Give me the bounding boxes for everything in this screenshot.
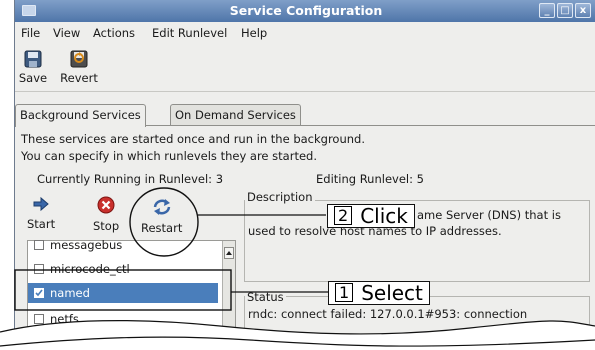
service-name: named [50, 286, 90, 300]
save-button[interactable]: Save [15, 50, 53, 85]
save-icon [24, 50, 42, 68]
restart-icon [153, 199, 170, 215]
description-label: Description [245, 190, 315, 204]
revert-button[interactable]: Revert [59, 50, 99, 85]
click-callout: 2 Click [327, 204, 415, 228]
select-callout-text: Select [361, 281, 423, 305]
select-callout: 1 Select [328, 281, 430, 305]
stop-label: Stop [93, 219, 120, 233]
service-checkbox[interactable] [34, 240, 44, 250]
service-name: messagebus [50, 238, 123, 252]
maximize-button[interactable]: □ [557, 3, 573, 18]
select-callout-number: 1 [335, 283, 354, 302]
menu-edit-runlevel[interactable]: Edit Runlevel [152, 26, 227, 40]
current-runlevel: Currently Running in Runlevel: 3 [37, 172, 224, 186]
service-list[interactable]: messagebus microcode_ctl named netfs [27, 238, 236, 350]
menu-actions[interactable]: Actions [93, 26, 135, 40]
menu-help[interactable]: Help [241, 26, 267, 40]
scroll-up-button[interactable] [224, 247, 234, 259]
service-name: microcode_ctl [50, 262, 130, 276]
service-name: netfs [50, 312, 79, 326]
list-item[interactable]: netfs [28, 309, 218, 329]
service-checkbox-checked[interactable] [34, 288, 44, 298]
checkmark-icon [35, 289, 43, 297]
menu-view[interactable]: View [53, 26, 80, 40]
window-title: Service Configuration [229, 3, 383, 18]
status-text: rndc: connect failed: 127.0.0.1#953: con… [248, 307, 528, 321]
tab-bar: Background Services On Demand Services [15, 104, 595, 127]
stop-button[interactable]: Stop [93, 196, 119, 233]
restart-button[interactable]: Restart [141, 198, 182, 235]
tab-background-services[interactable]: Background Services [15, 104, 146, 127]
revert-icon [70, 50, 88, 68]
info-line-1: These services are started once and run … [21, 132, 365, 146]
list-item-selected[interactable]: named [28, 283, 218, 303]
menu-bar: File View Actions Edit Runlevel Help [15, 22, 595, 44]
service-checkbox[interactable] [34, 264, 44, 274]
restart-label: Restart [141, 221, 183, 235]
start-label: Start [27, 217, 56, 231]
main-toolbar: Save Revert [15, 44, 595, 92]
click-callout-number: 2 [334, 206, 353, 225]
start-button[interactable]: Start [27, 196, 55, 231]
service-checkbox[interactable] [34, 314, 44, 324]
revert-label: Revert [60, 71, 98, 85]
info-line-2: You can specify in which runlevels they … [21, 149, 317, 163]
menu-file[interactable]: File [21, 26, 40, 40]
click-callout-text: Click [360, 204, 408, 228]
stop-icon [97, 196, 115, 214]
list-item[interactable]: microcode_ctl [28, 259, 218, 279]
service-configuration-window: Service Configuration _ □ x File View Ac… [14, 0, 595, 350]
editing-runlevel: Editing Runlevel: 5 [316, 172, 424, 186]
title-bar[interactable]: Service Configuration _ □ x [15, 0, 595, 22]
close-button[interactable]: x [575, 3, 591, 18]
status-label: Status [245, 290, 286, 304]
start-icon [33, 196, 49, 212]
list-item[interactable]: messagebus [28, 235, 218, 255]
save-label: Save [18, 71, 48, 85]
description-line-1: ame Server (DNS) that is [417, 208, 561, 222]
scroll-up-icon [226, 251, 232, 255]
list-scrollbar[interactable] [222, 241, 235, 349]
tab-on-demand-services[interactable]: On Demand Services [170, 104, 301, 126]
minimize-button[interactable]: _ [539, 3, 555, 18]
